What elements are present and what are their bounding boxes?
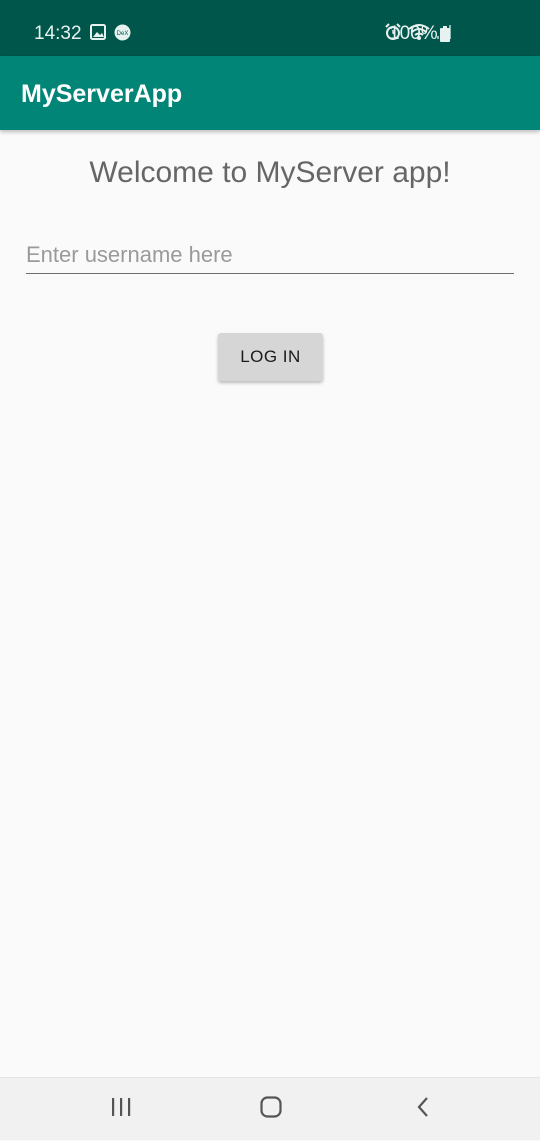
battery-icon [440,26,450,47]
status-bar: 14:32 DeX 100% [0,0,540,56]
navigation-bar [0,1077,540,1140]
back-button[interactable] [368,1078,478,1141]
dex-icon: DeX [114,24,131,46]
recent-apps-icon [110,1097,132,1122]
recent-apps-button[interactable] [66,1078,176,1141]
back-icon [416,1096,430,1123]
svg-text:DeX: DeX [117,31,129,37]
home-button[interactable] [216,1078,326,1141]
app-title: MyServerApp [21,80,183,108]
status-left-icons: DeX [90,24,131,46]
status-time: 14:32 [34,23,82,44]
image-icon [90,24,106,46]
welcome-heading: Welcome to MyServer app! [89,156,451,189]
login-button[interactable]: LOG IN [218,333,323,381]
home-icon [260,1096,282,1123]
battery-percentage: 100% [389,23,438,44]
app-bar: MyServerApp [0,56,540,130]
username-input[interactable] [26,236,514,274]
